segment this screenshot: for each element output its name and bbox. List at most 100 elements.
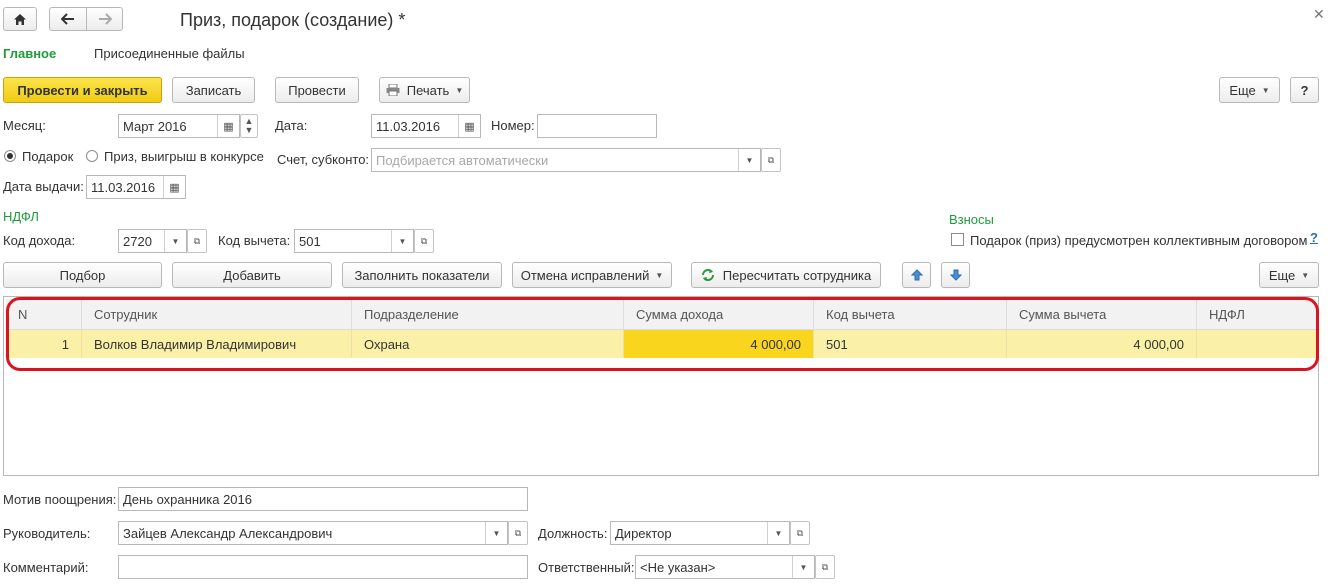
head-value: Зайцев Александр Александрович: [123, 525, 333, 541]
recalculate-label: Пересчитать сотрудника: [722, 267, 872, 283]
printer-icon: [386, 84, 400, 96]
arrow-left-icon: [61, 13, 74, 25]
open-icon[interactable]: ⧉: [815, 555, 835, 579]
month-label: Месяц:: [3, 118, 46, 133]
issue-date-value: 11.03.2016: [91, 179, 156, 195]
move-down-button[interactable]: [941, 262, 970, 288]
account-placeholder: Подбирается автоматически: [376, 152, 549, 168]
chevron-down-icon[interactable]: ▼: [164, 230, 186, 252]
income-code-value: 2720: [123, 233, 152, 249]
issue-date-field[interactable]: 11.03.2016 ▦: [86, 175, 186, 199]
head-label: Руководитель:: [3, 526, 91, 541]
motive-label: Мотив поощрения:: [3, 492, 117, 507]
collective-agreement-label: Подарок (приз) предусмотрен коллективным…: [970, 233, 1308, 248]
chevron-down-icon: ▼: [1261, 85, 1270, 95]
comment-label: Комментарий:: [3, 560, 89, 575]
open-icon[interactable]: ⧉: [508, 521, 528, 545]
column-header-deduction-sum[interactable]: Сумма вычета: [1007, 299, 1197, 329]
post-and-close-button[interactable]: Провести и закрыть: [3, 77, 162, 103]
cell-department: Охрана: [352, 330, 624, 358]
motive-field[interactable]: День охранника 2016: [118, 487, 528, 511]
cancel-corrections-label: Отмена исправлений: [520, 267, 650, 283]
fill-indicators-button[interactable]: Заполнить показатели: [342, 262, 502, 288]
issue-date-label: Дата выдачи:: [3, 179, 84, 194]
help-button[interactable]: ?: [1290, 77, 1319, 103]
income-code-field[interactable]: 2720 ▼: [118, 229, 187, 253]
recalculate-employee-button[interactable]: Пересчитать сотрудника: [691, 262, 881, 288]
open-icon[interactable]: ⧉: [187, 229, 207, 253]
deduction-code-label: Код вычета:: [218, 233, 291, 248]
open-icon[interactable]: ⧉: [761, 148, 781, 172]
cancel-corrections-button[interactable]: Отмена исправлений ▼: [512, 262, 672, 288]
position-label: Должность:: [538, 526, 608, 541]
column-header-income-sum[interactable]: Сумма дохода: [624, 299, 814, 329]
responsible-value: <Не указан>: [640, 559, 716, 575]
chevron-down-icon[interactable]: ▼: [391, 230, 413, 252]
calendar-icon[interactable]: ▦: [217, 115, 239, 137]
chevron-down-icon: ▼: [655, 270, 664, 280]
print-button[interactable]: Печать ▼: [379, 77, 470, 103]
back-button[interactable]: [49, 7, 87, 31]
column-header-deduction-code[interactable]: Код вычета: [814, 299, 1007, 329]
refresh-icon: [701, 269, 714, 281]
number-field[interactable]: [537, 114, 657, 138]
month-value: Март 2016: [123, 118, 187, 134]
account-label: Счет, субконто:: [277, 152, 370, 167]
responsible-label: Ответственный:: [538, 560, 635, 575]
contributions-section-title: Взносы: [949, 212, 994, 227]
position-value: Директор: [615, 525, 672, 541]
date-field[interactable]: 11.03.2016 ▦: [371, 114, 481, 138]
date-label: Дата:: [275, 118, 308, 133]
column-header-ndfl[interactable]: НДФЛ: [1197, 299, 1316, 329]
head-field[interactable]: Зайцев Александр Александрович ▼: [118, 521, 508, 545]
chevron-down-icon[interactable]: ▼: [485, 522, 507, 544]
month-field[interactable]: Март 2016 ▦: [118, 114, 240, 138]
tab-attached-files[interactable]: Присоединенные файлы: [94, 46, 245, 61]
print-label: Печать: [406, 82, 450, 98]
open-icon[interactable]: ⧉: [790, 521, 810, 545]
position-field[interactable]: Директор ▼: [610, 521, 790, 545]
close-icon[interactable]: ✕: [1313, 6, 1325, 23]
column-header-employee[interactable]: Сотрудник: [82, 299, 352, 329]
cell-deduction-code: 501: [814, 330, 1007, 358]
tab-main[interactable]: Главное: [3, 46, 56, 61]
calendar-icon[interactable]: ▦: [163, 176, 185, 198]
radio-prize-label: Приз, выигрыш в конкурсе: [104, 149, 264, 164]
open-icon[interactable]: ⧉: [414, 229, 434, 253]
help-link[interactable]: ?: [1310, 230, 1318, 245]
chevron-down-icon[interactable]: ▼: [738, 149, 760, 171]
forward-button[interactable]: [86, 7, 123, 31]
radio-gift[interactable]: [4, 150, 16, 162]
table-row[interactable]: 1 Волков Владимир Владимирович Охрана 4 …: [6, 330, 1316, 358]
save-button[interactable]: Записать: [172, 77, 255, 103]
arrow-up-icon: [910, 269, 923, 281]
chevron-down-icon: ▼: [455, 85, 464, 95]
radio-prize[interactable]: [86, 150, 98, 162]
date-value: 11.03.2016: [376, 118, 441, 134]
add-button[interactable]: Добавить: [172, 262, 332, 288]
cell-ndfl: [1197, 330, 1316, 358]
ndfl-section-title: НДФЛ: [3, 209, 39, 224]
collective-agreement-checkbox[interactable]: [951, 233, 964, 246]
deduction-code-field[interactable]: 501 ▼: [294, 229, 414, 253]
account-field[interactable]: Подбирается автоматически ▼: [371, 148, 761, 172]
column-header-department[interactable]: Подразделение: [352, 299, 624, 329]
radio-gift-label: Подарок: [22, 149, 74, 164]
month-stepper[interactable]: ▲ ▼: [240, 114, 258, 138]
column-header-n[interactable]: N: [6, 299, 82, 329]
window-title: Приз, подарок (создание) *: [180, 10, 406, 30]
more-button[interactable]: Еще ▼: [1219, 77, 1280, 103]
cell-employee: Волков Владимир Владимирович: [82, 330, 352, 358]
comment-field[interactable]: [118, 555, 528, 579]
responsible-field[interactable]: <Не указан> ▼: [635, 555, 815, 579]
table-header: N Сотрудник Подразделение Сумма дохода К…: [6, 299, 1316, 330]
home-button[interactable]: [3, 7, 37, 31]
table-more-button[interactable]: Еще ▼: [1259, 262, 1319, 288]
cell-income-sum[interactable]: 4 000,00: [624, 330, 814, 358]
calendar-icon[interactable]: ▦: [458, 115, 480, 137]
chevron-down-icon[interactable]: ▼: [767, 522, 789, 544]
select-button[interactable]: Подбор: [3, 262, 162, 288]
chevron-down-icon[interactable]: ▼: [792, 556, 814, 578]
move-up-button[interactable]: [902, 262, 931, 288]
post-button[interactable]: Провести: [275, 77, 359, 103]
